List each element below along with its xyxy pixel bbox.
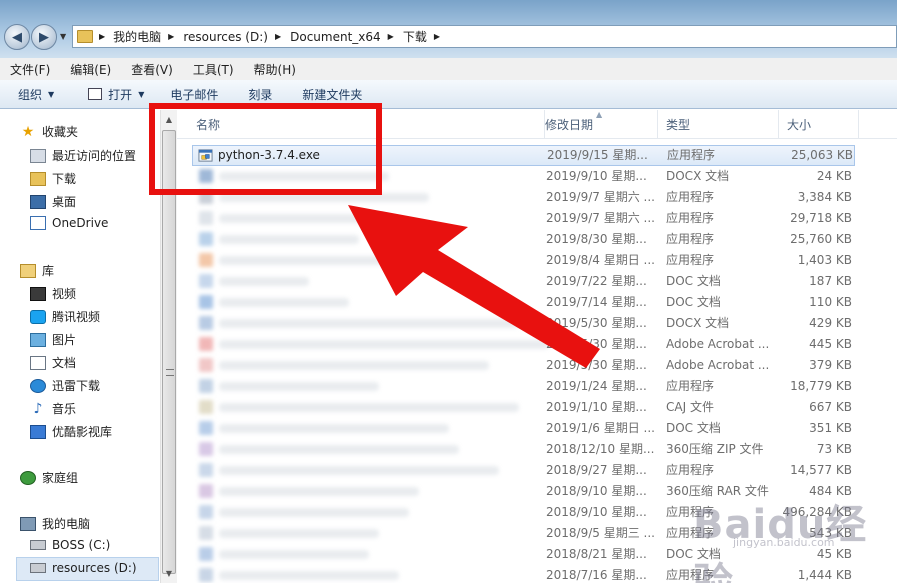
watermark-url: jingyan.baidu.com: [733, 536, 835, 549]
watermark: Baidu经验 jingyan.baidu.com: [693, 492, 897, 583]
